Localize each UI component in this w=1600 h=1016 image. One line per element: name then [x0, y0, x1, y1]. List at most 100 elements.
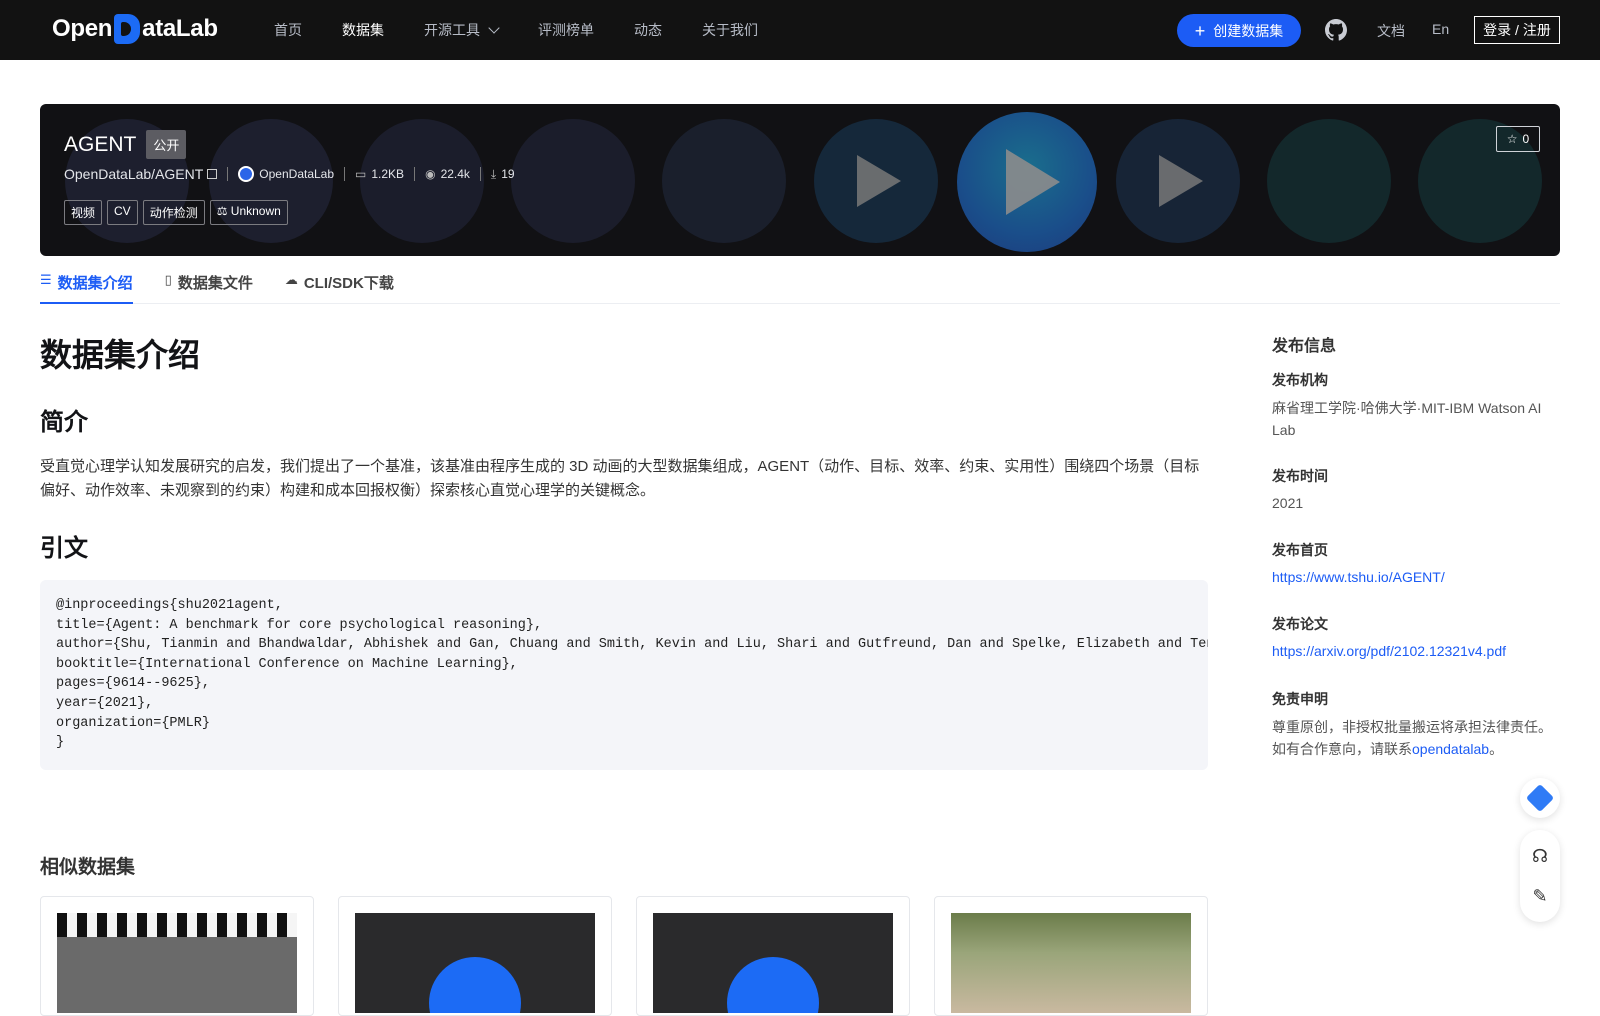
card-thumbnail — [57, 913, 297, 1013]
preview-thumbnail — [662, 119, 786, 243]
tab-files-label: 数据集文件 — [177, 275, 253, 292]
preview-thumbnail — [1267, 119, 1391, 243]
nav-leaderboard[interactable]: 评测榜单 — [538, 20, 594, 40]
similar-dataset-card[interactable] — [338, 896, 612, 1016]
storage-icon: ▭ — [355, 167, 367, 181]
license-tag[interactable]: ⚖ Unknown — [209, 200, 288, 225]
intro-paragraph: 受直觉心理学认知发展研究的启发，我们提出了一个基准，该基准由程序生成的 3D 动… — [40, 458, 1200, 499]
contact-link[interactable]: opendatalab — [1412, 741, 1489, 757]
dataset-title-row: AGENT 公开 — [64, 130, 187, 159]
diamond-icon — [1525, 783, 1555, 813]
disclaimer-label: 免责申明 — [1272, 691, 1328, 707]
headset-icon[interactable]: ☊ — [1532, 846, 1548, 867]
similar-dataset-card[interactable] — [636, 896, 910, 1016]
film-strip — [57, 913, 297, 937]
download-icon: ⤓ — [490, 166, 497, 181]
divider — [414, 167, 416, 181]
divider — [227, 167, 229, 181]
card-thumbnail — [951, 913, 1191, 1013]
disclaimer-text: 尊重原创，非授权批量搬运将承担法律责任。 如有合作意向，请联系opendatal… — [1272, 716, 1552, 760]
logo[interactable]: Open ataLab — [52, 14, 218, 44]
org-name[interactable]: OpenDataLab — [259, 167, 334, 181]
feedback-icon[interactable]: ✎ — [1532, 886, 1547, 907]
main-nav: 首页 数据集 开源工具 评测榜单 动态 关于我们 — [274, 0, 798, 60]
plus-icon: + — [1194, 20, 1206, 41]
star-button[interactable]: ☆ 0 — [1496, 126, 1540, 152]
login-register-button[interactable]: 登录 / 注册 — [1474, 16, 1560, 44]
publish-info-title: 发布信息 — [1272, 338, 1337, 355]
star-count: 0 — [1522, 132, 1530, 146]
view-count: 22.4k — [440, 167, 470, 181]
divider — [479, 167, 481, 181]
tab-intro-label: 数据集介绍 — [57, 275, 133, 292]
section-heading-citation: 引文 — [40, 535, 88, 562]
language-switch[interactable]: En — [1432, 21, 1449, 37]
floating-toolbar: ☊ ✎ — [1520, 778, 1562, 922]
scale-icon: ⚖ — [216, 204, 231, 218]
database-icon: ☰ — [40, 272, 52, 287]
play-icon — [727, 957, 819, 1013]
citation-text: @inproceedings{shu2021agent, title={Agen… — [56, 598, 1208, 751]
play-icon — [1159, 155, 1203, 207]
visibility-badge: 公开 — [146, 130, 187, 159]
logo-mark-icon — [114, 14, 141, 44]
tag[interactable]: 动作检测 — [142, 200, 205, 225]
org-avatar — [238, 166, 255, 182]
play-icon — [857, 155, 901, 207]
copy-icon[interactable] — [207, 169, 218, 179]
dataset-full-name: OpenDataLab/AGENT — [64, 166, 204, 182]
download-count: 19 — [501, 167, 515, 181]
publisher-label: 发布机构 — [1272, 372, 1328, 388]
create-dataset-label: 创建数据集 — [1213, 22, 1284, 39]
dataset-meta-row: OpenDataLab/AGENT OpenDataLab ▭ 1.2KB ◉ … — [64, 166, 515, 182]
tag-list: 视频 CV 动作检测 ⚖ Unknown — [64, 200, 293, 225]
dataset-hero-banner: AGENT 公开 OpenDataLab/AGENT OpenDataLab ▭… — [40, 104, 1560, 256]
github-icon[interactable] — [1324, 18, 1348, 42]
eye-icon: ◉ — [425, 167, 436, 181]
nav-news[interactable]: 动态 — [634, 20, 662, 40]
tag[interactable]: 视频 — [64, 200, 103, 225]
disclaimer-line: 尊重原创，非授权批量搬运将承担法律责任。 — [1272, 719, 1552, 735]
dataset-name: AGENT — [64, 132, 137, 156]
tab-cli-sdk-label: CLI/SDK下载 — [303, 275, 394, 292]
homepage-link[interactable]: https://www.tshu.io/AGENT/ — [1272, 566, 1552, 588]
similar-datasets-heading: 相似数据集 — [40, 857, 136, 878]
card-thumbnail — [653, 913, 893, 1013]
divider — [344, 167, 346, 181]
homepage-label: 发布首页 — [1272, 542, 1328, 558]
dataset-tabs: ☰ 数据集介绍 ▯ 数据集文件 ☁ CLI/SDK下载 — [40, 266, 1560, 304]
paper-label: 发布论文 — [1272, 616, 1328, 632]
tab-intro[interactable]: ☰ 数据集介绍 — [40, 266, 133, 304]
disclaimer-contact-line: 如有合作意向，请联系opendatalab。 — [1272, 738, 1552, 760]
similar-dataset-card[interactable] — [40, 896, 314, 1016]
chevron-down-icon — [488, 21, 500, 34]
file-icon: ▯ — [164, 272, 172, 287]
similar-dataset-card[interactable] — [934, 896, 1208, 1016]
play-icon[interactable] — [1006, 149, 1060, 215]
publish-time-label: 发布时间 — [1272, 468, 1328, 484]
nav-about[interactable]: 关于我们 — [702, 20, 758, 40]
nav-tools-label: 开源工具 — [424, 22, 480, 38]
help-tool-group: ☊ ✎ — [1520, 830, 1560, 922]
paper-link[interactable]: https://arxiv.org/pdf/2102.12321v4.pdf — [1272, 640, 1552, 662]
disclaimer-contact: 如有合作意向，请联系 — [1272, 741, 1412, 757]
top-navbar: Open ataLab 首页 数据集 开源工具 评测榜单 动态 关于我们 + 创建… — [0, 0, 1600, 60]
nav-datasets[interactable]: 数据集 — [342, 20, 384, 40]
preview-thumbnail — [511, 119, 635, 243]
play-icon — [429, 957, 521, 1013]
citation-code-block[interactable]: @inproceedings{shu2021agent, title={Agen… — [40, 580, 1208, 770]
license-label: Unknown — [230, 204, 281, 218]
docs-link[interactable]: 文档 — [1377, 21, 1405, 41]
page-title: 数据集介绍 — [40, 337, 201, 373]
publisher-value: 麻省理工学院·哈佛大学·MIT-IBM Watson AI Lab — [1272, 400, 1542, 438]
assistant-button[interactable] — [1520, 778, 1560, 818]
create-dataset-button[interactable]: + 创建数据集 — [1177, 14, 1301, 47]
card-thumbnail — [355, 913, 595, 1013]
nav-tools[interactable]: 开源工具 — [424, 20, 500, 40]
tab-cli-sdk[interactable]: ☁ CLI/SDK下载 — [285, 266, 394, 304]
cloud-icon: ☁ — [284, 272, 298, 287]
tag[interactable]: CV — [107, 200, 138, 225]
star-icon: ☆ — [1506, 132, 1518, 146]
tab-files[interactable]: ▯ 数据集文件 — [165, 266, 253, 304]
nav-home[interactable]: 首页 — [274, 20, 302, 40]
